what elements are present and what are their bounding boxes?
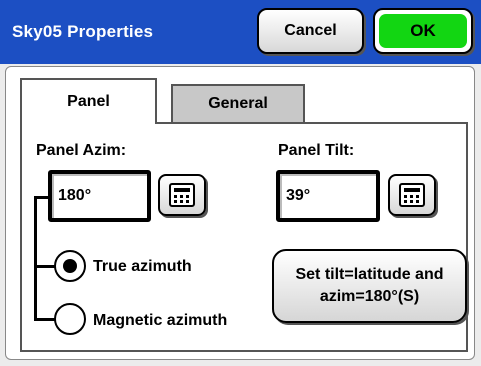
panel-tilt-label: Panel Tilt: (278, 142, 355, 159)
radio-true-azimuth[interactable] (54, 250, 86, 282)
tab-panel[interactable]: Panel (20, 78, 157, 124)
ok-button-label: OK (379, 14, 467, 48)
radio-magnetic-azimuth-label[interactable]: Magnetic azimuth (93, 312, 227, 330)
calculator-icon (399, 183, 425, 207)
azimuth-bracket-top (34, 196, 48, 199)
window-title: Sky05 Properties (12, 22, 154, 41)
radio-true-azimuth-label[interactable]: True azimuth (93, 258, 192, 276)
set-tilt-line-1: Set tilt=latitude and (295, 266, 444, 283)
set-tilt-latitude-button[interactable]: Set tilt=latitude and azim=180°(S) (272, 249, 467, 323)
set-tilt-line-2: azim=180°(S) (319, 288, 420, 305)
ok-button[interactable]: OK (373, 8, 473, 54)
tilt-calculator-button[interactable] (388, 174, 436, 216)
panel-azim-label: Panel Azim: (36, 142, 127, 159)
azim-calculator-button[interactable] (158, 174, 206, 216)
azimuth-bracket-bottom (34, 318, 56, 321)
radio-magnetic-azimuth[interactable] (54, 303, 86, 335)
panel-tilt-input[interactable]: 39° (276, 170, 380, 222)
panel-azim-input[interactable]: 180° (48, 170, 151, 222)
radio-selected-dot (63, 259, 77, 273)
azimuth-bracket-line (34, 196, 37, 321)
azimuth-bracket-mid (34, 265, 56, 268)
cancel-button[interactable]: Cancel (257, 8, 364, 54)
set-tilt-button-text: Set tilt=latitude and azim=180°(S) (295, 264, 443, 308)
tab-general[interactable]: General (171, 84, 305, 122)
calculator-icon (169, 183, 195, 207)
